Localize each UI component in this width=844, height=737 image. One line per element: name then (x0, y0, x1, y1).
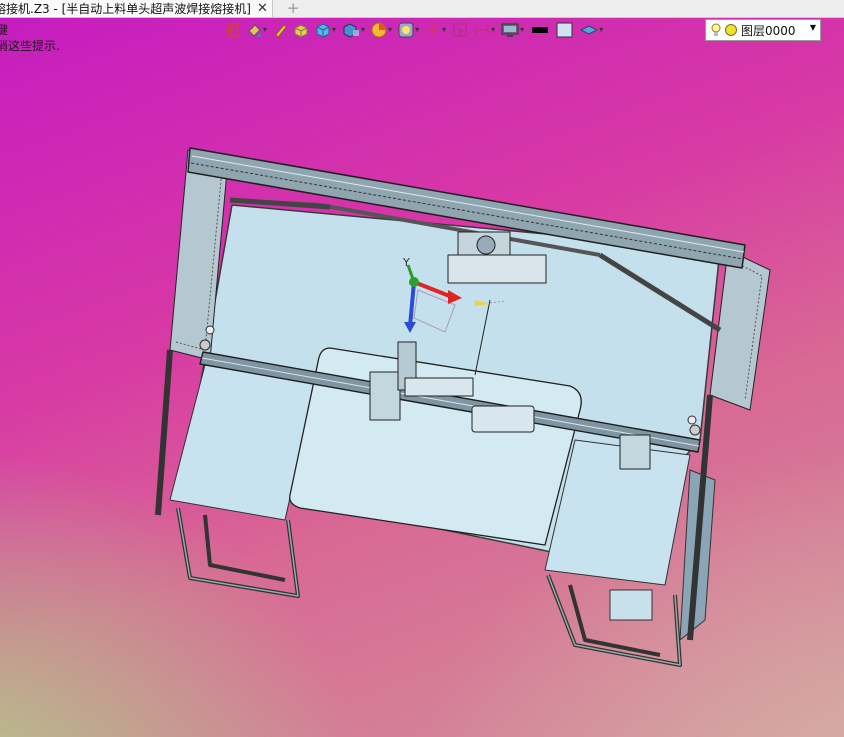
machine-model[interactable]: Y (0, 0, 844, 737)
cabinet-box (609, 589, 653, 621)
left-carriage (369, 371, 401, 421)
center-carriage (471, 405, 535, 433)
right-carriage (619, 434, 651, 470)
left-leg-frame (176, 507, 300, 598)
triad-y-label: Y (402, 256, 410, 269)
